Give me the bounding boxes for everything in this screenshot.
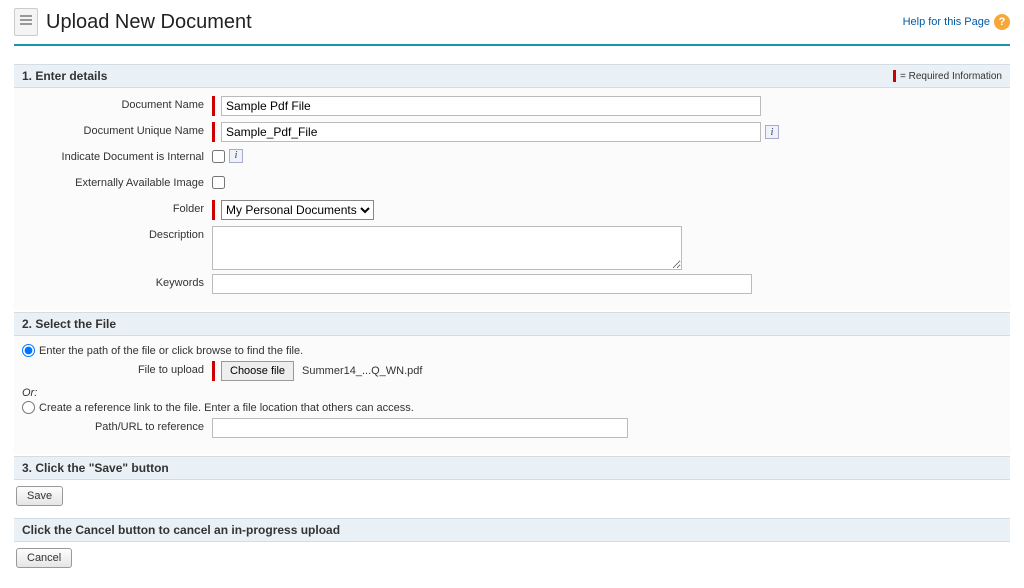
select-folder[interactable]: My Personal Documents bbox=[221, 200, 374, 220]
header-divider bbox=[14, 44, 1010, 46]
section-2-header: 2. Select the File bbox=[14, 312, 1010, 336]
row-folder: Folder My Personal Documents bbox=[22, 200, 1002, 222]
input-keywords[interactable] bbox=[212, 274, 752, 294]
radio-row-reference: Create a reference link to the file. Ent… bbox=[22, 401, 1002, 414]
section-4-header: Click the Cancel button to cancel an in-… bbox=[14, 518, 1010, 542]
required-indicator bbox=[212, 200, 215, 220]
row-description: Description bbox=[22, 226, 1002, 270]
radio-row-upload: Enter the path of the file or click brow… bbox=[22, 344, 1002, 357]
radio-upload-label: Enter the path of the file or click brow… bbox=[39, 345, 303, 357]
section-4-body: Cancel bbox=[14, 542, 1010, 578]
section-3-title: 3. Click the "Save" button bbox=[22, 461, 169, 475]
radio-upload-file[interactable] bbox=[22, 344, 35, 357]
section-4-title: Click the Cancel button to cancel an in-… bbox=[22, 523, 340, 537]
or-text: Or: bbox=[22, 387, 1002, 399]
radio-reference-link[interactable] bbox=[22, 401, 35, 414]
row-file-upload: File to upload Choose file Summer14_...Q… bbox=[22, 361, 1002, 383]
document-icon bbox=[14, 8, 38, 36]
label-description: Description bbox=[22, 226, 212, 241]
section-1-body: Document Name Document Unique Name i Ind… bbox=[14, 88, 1010, 310]
section-3-body: Save bbox=[14, 480, 1010, 516]
checkbox-external-image[interactable] bbox=[212, 176, 225, 189]
row-keywords: Keywords bbox=[22, 274, 1002, 296]
row-external-image: Externally Available Image bbox=[22, 174, 1002, 196]
help-link[interactable]: Help for this Page ? bbox=[903, 14, 1010, 30]
label-file-upload: File to upload bbox=[22, 361, 212, 376]
section-save: 3. Click the "Save" button Save bbox=[14, 456, 1010, 516]
radio-reference-label: Create a reference link to the file. Ent… bbox=[39, 402, 414, 414]
required-mark-icon bbox=[893, 70, 896, 82]
required-legend-text: = Required Information bbox=[900, 71, 1002, 82]
cancel-button[interactable]: Cancel bbox=[16, 548, 72, 568]
info-icon[interactable]: i bbox=[765, 125, 779, 139]
row-path-url: Path/URL to reference bbox=[22, 418, 1002, 440]
input-document-name[interactable] bbox=[221, 96, 761, 116]
required-indicator bbox=[212, 361, 215, 381]
save-button[interactable]: Save bbox=[16, 486, 63, 506]
checkbox-internal[interactable] bbox=[212, 150, 225, 163]
section-3-header: 3. Click the "Save" button bbox=[14, 456, 1010, 480]
label-keywords: Keywords bbox=[22, 274, 212, 289]
section-select-file: 2. Select the File Enter the path of the… bbox=[14, 312, 1010, 454]
section-1-title: 1. Enter details bbox=[22, 69, 107, 83]
label-unique-name: Document Unique Name bbox=[22, 122, 212, 137]
chosen-file-name: Summer14_...Q_WN.pdf bbox=[302, 365, 422, 377]
help-icon: ? bbox=[994, 14, 1010, 30]
section-enter-details: 1. Enter details = Required Information … bbox=[14, 64, 1010, 310]
header-left: Upload New Document bbox=[14, 8, 252, 36]
choose-file-button[interactable]: Choose file bbox=[221, 361, 294, 381]
section-1-header: 1. Enter details = Required Information bbox=[14, 64, 1010, 88]
label-internal: Indicate Document is Internal bbox=[22, 148, 212, 163]
textarea-description[interactable] bbox=[212, 226, 682, 270]
row-unique-name: Document Unique Name i bbox=[22, 122, 1002, 144]
page-title: Upload New Document bbox=[46, 11, 252, 34]
row-document-name: Document Name bbox=[22, 96, 1002, 118]
input-path-url[interactable] bbox=[212, 418, 628, 438]
required-indicator bbox=[212, 122, 215, 142]
label-path-url: Path/URL to reference bbox=[22, 418, 212, 433]
required-indicator bbox=[212, 96, 215, 116]
section-2-title: 2. Select the File bbox=[22, 317, 116, 331]
label-external-image: Externally Available Image bbox=[22, 174, 212, 189]
page-header: Upload New Document Help for this Page ? bbox=[14, 8, 1010, 36]
label-document-name: Document Name bbox=[22, 96, 212, 111]
required-legend: = Required Information bbox=[893, 70, 1002, 82]
section-cancel: Click the Cancel button to cancel an in-… bbox=[14, 518, 1010, 578]
input-unique-name[interactable] bbox=[221, 122, 761, 142]
row-internal: Indicate Document is Internal i bbox=[22, 148, 1002, 170]
label-folder: Folder bbox=[22, 200, 212, 215]
help-link-text: Help for this Page bbox=[903, 16, 990, 28]
info-icon[interactable]: i bbox=[229, 149, 243, 163]
section-2-body: Enter the path of the file or click brow… bbox=[14, 336, 1010, 454]
